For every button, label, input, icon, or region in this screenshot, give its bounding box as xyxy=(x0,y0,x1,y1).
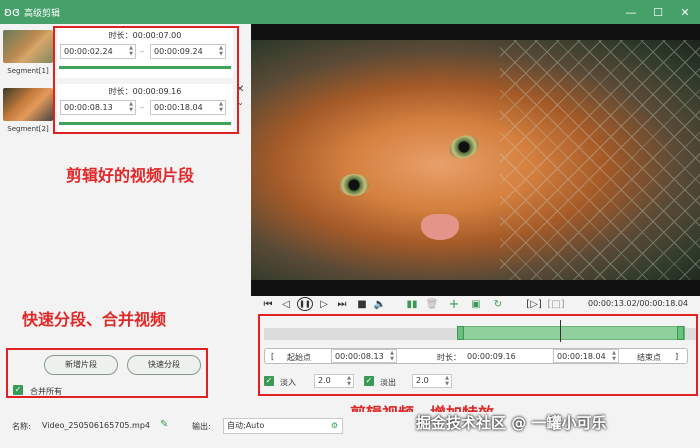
file-name: Video_250506165705.mp4 xyxy=(42,421,150,430)
segment-thumbnail xyxy=(3,30,53,63)
annotation-clips: 剪辑好的视频片段 xyxy=(66,166,195,185)
segment-label: Segment[1] xyxy=(7,67,49,75)
timeline-end-handle[interactable] xyxy=(677,326,684,340)
video-preview[interactable] xyxy=(251,24,700,296)
volume-icon[interactable]: 🔈 xyxy=(373,296,387,312)
copy-icon[interactable]: ▣ xyxy=(469,296,483,312)
mark-out-icon[interactable]: [□] xyxy=(547,296,564,312)
timeline-start-handle[interactable] xyxy=(457,326,464,340)
spin-icon[interactable]: ▲ ▼ xyxy=(445,375,449,387)
fade-in-checkbox[interactable]: ✓ xyxy=(264,376,274,386)
close-icon[interactable]: ✕ xyxy=(672,0,698,24)
add-icon[interactable]: + xyxy=(447,296,461,312)
fade-in-input[interactable]: 2.0 ▲ ▼ xyxy=(314,374,354,388)
window-title: 高级剪辑 xyxy=(24,8,61,19)
segment-thumb-2[interactable]: Segment[2] xyxy=(2,88,54,142)
spin-icon[interactable]: ▲ ▼ xyxy=(347,375,351,387)
merge-all-checkbox[interactable]: ✓ xyxy=(13,385,23,395)
player-controls: ⏮ ◁ ❚❚ ▷ ⏭ ■ 🔈 ▮▮ 🗑 + ▣ ↻ [▷] [□] 00:00:… xyxy=(251,296,700,312)
edit-name-icon[interactable]: ✎ xyxy=(160,419,168,430)
step-back-icon[interactable]: ◁ xyxy=(279,296,293,312)
split-icon[interactable]: ▮▮ xyxy=(405,296,419,312)
start-point-button[interactable]: 起始点 xyxy=(287,352,311,363)
fades-row: ✓ 淡入 2.0 ▲ ▼ ✓ 淡出 2.0 ▲ ▼ xyxy=(264,374,564,390)
merge-all-label: 合并所有 xyxy=(30,387,62,396)
segment-thumbnail xyxy=(3,88,53,121)
time-readout: 00:00:13.02/00:00:18.04 xyxy=(588,299,688,308)
bracket-right-icon: ] xyxy=(675,352,679,361)
fade-out-checkbox[interactable]: ✓ xyxy=(364,376,374,386)
minimize-icon[interactable]: — xyxy=(618,0,644,24)
annotation-split-merge: 快速分段、合并视频 xyxy=(22,310,167,329)
name-label: 名称: xyxy=(12,422,31,431)
watermark: 掘金技术社区 @ 一罐小可乐 xyxy=(416,414,607,432)
refresh-icon[interactable]: ↻ xyxy=(491,296,505,312)
spin-icon[interactable]: ▲ ▼ xyxy=(390,350,394,362)
trash-icon[interactable]: 🗑 xyxy=(425,296,439,312)
range-duration-label: 时长： xyxy=(437,353,461,362)
range-end-input[interactable]: 00:00:18.04 ▲ ▼ xyxy=(553,349,619,363)
title-bar: ʚɞ 高级剪辑 xyxy=(0,0,700,24)
mark-in-icon[interactable]: [▷] xyxy=(526,296,542,312)
skip-end-icon[interactable]: ⏭ xyxy=(335,296,349,312)
segment-thumb-1[interactable]: Segment[1] xyxy=(2,30,54,84)
app-logo-icon: ʚɞ xyxy=(4,5,20,19)
segment-label: Segment[2] xyxy=(7,125,49,133)
timeline-selection[interactable] xyxy=(461,326,685,340)
fade-out-input[interactable]: 2.0 ▲ ▼ xyxy=(412,374,452,388)
range-row: [ 起始点 00:00:08.13 ▲ ▼ 时长： 00:00:09.16 00:0… xyxy=(264,348,688,364)
bracket-left-icon: [ xyxy=(271,352,275,361)
output-label: 输出: xyxy=(192,422,211,431)
settings-icon[interactable]: ⚙ xyxy=(331,419,338,433)
cat-nose xyxy=(421,214,459,240)
playhead[interactable] xyxy=(560,320,561,342)
range-duration-value: 00:00:09.16 xyxy=(467,352,516,361)
quick-split-button[interactable]: 快速分段 xyxy=(127,355,201,375)
pause-icon[interactable]: ❚❚ xyxy=(297,297,313,311)
fade-in-label: 淡入 xyxy=(280,378,296,387)
maximize-icon[interactable]: ☐ xyxy=(645,0,671,24)
end-point-button[interactable]: 结束点 xyxy=(637,352,661,363)
cat-eye xyxy=(339,174,369,196)
stop-icon[interactable]: ■ xyxy=(355,296,369,312)
add-segment-button[interactable]: 新增片段 xyxy=(44,355,118,375)
output-select[interactable]: 自动;Auto ⚙ xyxy=(223,418,343,434)
skip-start-icon[interactable]: ⏮ xyxy=(261,296,275,312)
range-start-input[interactable]: 00:00:08.13 ▲ ▼ xyxy=(331,349,397,363)
annotation-box xyxy=(53,26,239,134)
spin-icon[interactable]: ▲ ▼ xyxy=(612,350,616,362)
fade-out-label: 淡出 xyxy=(380,378,396,387)
video-net xyxy=(500,40,700,280)
timeline[interactable] xyxy=(264,318,696,348)
step-forward-icon[interactable]: ▷ xyxy=(317,296,331,312)
